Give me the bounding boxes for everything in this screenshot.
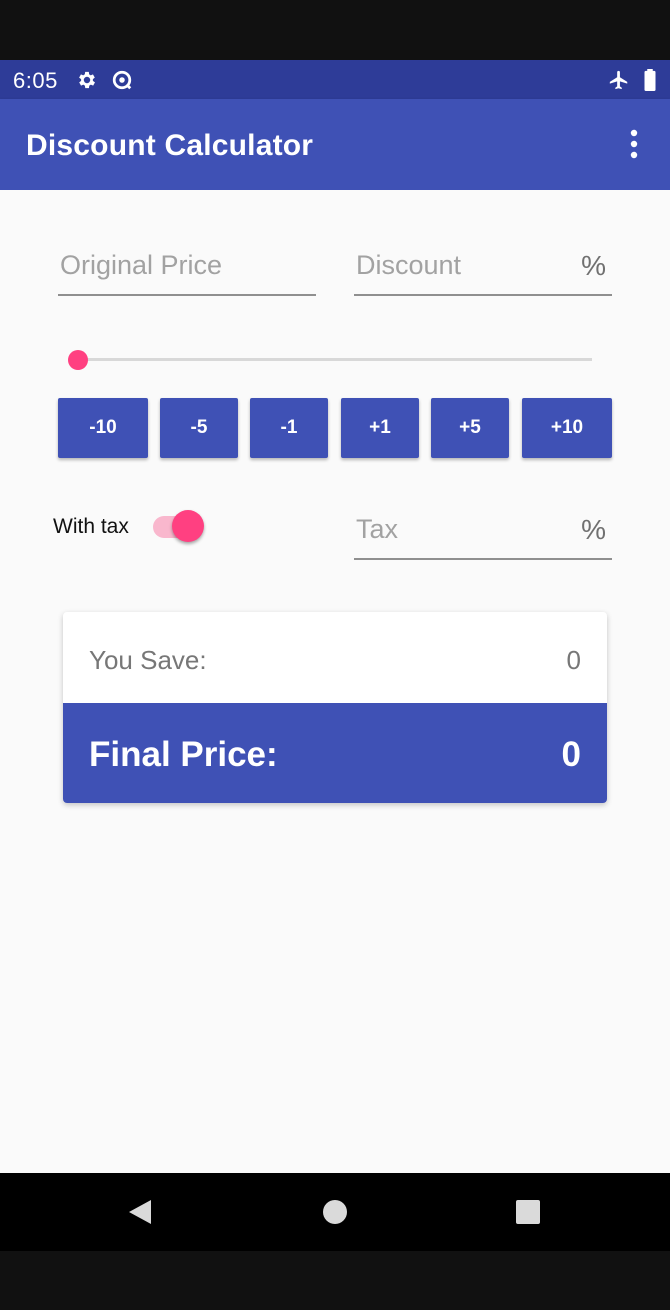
- final-price-label: Final Price:: [89, 735, 278, 774]
- recents-icon[interactable]: [514, 1198, 542, 1226]
- status-bar: 6:05: [0, 60, 670, 99]
- discount-slider-thumb[interactable]: [68, 350, 88, 370]
- gear-icon: [79, 71, 95, 89]
- plus-5-button[interactable]: +5: [431, 398, 509, 458]
- status-time: 6:05: [13, 68, 58, 93]
- with-tax-label: With tax: [53, 515, 129, 538]
- back-icon[interactable]: [126, 1198, 154, 1226]
- discount-field[interactable]: Discount %: [354, 250, 612, 296]
- data-saver-icon: [112, 70, 132, 90]
- original-price-placeholder: Original Price: [60, 250, 223, 280]
- tax-placeholder: Tax: [356, 514, 399, 544]
- home-icon[interactable]: [321, 1198, 349, 1226]
- app-bar: Discount Calculator: [0, 99, 670, 190]
- tax-field[interactable]: Tax %: [354, 514, 612, 560]
- plus-10-button[interactable]: +10: [522, 398, 612, 458]
- overflow-menu-icon[interactable]: [620, 129, 648, 159]
- result-card: You Save: 0 Final Price: 0: [63, 612, 607, 803]
- plus-1-button[interactable]: +1: [341, 398, 419, 458]
- minus-5-button[interactable]: -5: [160, 398, 238, 458]
- final-price-value: 0: [561, 735, 581, 774]
- with-tax-switch[interactable]: [172, 510, 204, 542]
- you-save-label: You Save:: [89, 645, 207, 675]
- battery-icon: [644, 69, 656, 91]
- discount-percent-suffix: %: [581, 250, 606, 281]
- top-bezel: [0, 0, 670, 60]
- discount-placeholder: Discount: [356, 250, 462, 280]
- calculator-content: Original Price Discount % -10 -5 -1 +1 +…: [0, 190, 670, 1173]
- airplane-icon: [609, 70, 628, 90]
- minus-10-button[interactable]: -10: [58, 398, 148, 458]
- you-save-value: 0: [566, 645, 581, 675]
- tax-percent-suffix: %: [581, 514, 606, 545]
- navigation-bar: [0, 1173, 670, 1251]
- app-title: Discount Calculator: [26, 129, 314, 162]
- original-price-field[interactable]: Original Price: [58, 250, 316, 296]
- minus-1-button[interactable]: -1: [250, 398, 328, 458]
- discount-slider-track[interactable]: [78, 358, 592, 361]
- bottom-bezel: [0, 1251, 670, 1310]
- final-price-band: Final Price: 0: [63, 703, 607, 803]
